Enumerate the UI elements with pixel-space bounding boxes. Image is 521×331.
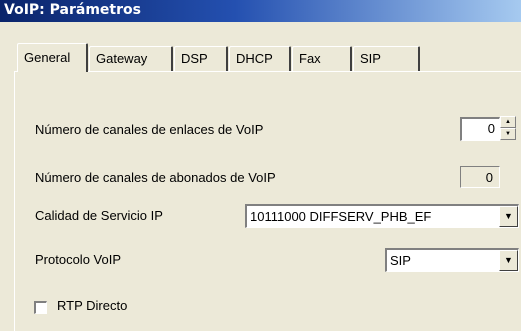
subscriber-channels-value: 0	[485, 170, 493, 185]
protocol-select[interactable]: SIP ▼	[385, 248, 519, 272]
tab-gateway[interactable]: Gateway	[89, 46, 173, 71]
qos-label: Calidad de Servicio IP	[35, 208, 163, 223]
qos-value: 10111000 DIFFSERV_PHB_EF	[250, 209, 432, 224]
protocol-label: Protocolo VoIP	[35, 252, 121, 267]
chevron-down-icon[interactable]: ▼	[499, 206, 518, 227]
rtp-direct-checkbox[interactable]	[34, 301, 47, 314]
down-arrow-icon[interactable]: ▼	[500, 128, 516, 140]
trunk-channels-spinner: ▲ ▼	[500, 116, 518, 142]
tab-fax[interactable]: Fax	[292, 46, 352, 71]
tab-dsp[interactable]: DSP	[174, 46, 228, 71]
protocol-value: SIP	[390, 253, 411, 268]
general-panel	[14, 71, 521, 331]
window-title: VoIP: Parámetros	[0, 0, 521, 22]
chevron-down-icon[interactable]: ▼	[499, 250, 518, 271]
tab-dhcp[interactable]: DHCP	[229, 46, 291, 71]
up-arrow-icon[interactable]: ▲	[500, 116, 516, 128]
qos-select[interactable]: 10111000 DIFFSERV_PHB_EF ▼	[245, 204, 519, 228]
tab-general[interactable]: General	[17, 43, 88, 72]
trunk-channels-value: 0	[487, 121, 495, 136]
tab-sip[interactable]: SIP	[353, 46, 420, 71]
rtp-direct-label: RTP Directo	[57, 298, 128, 313]
trunk-channels-input[interactable]: 0	[460, 117, 500, 141]
subscriber-channels-field: 0	[460, 166, 500, 188]
subscriber-channels-label: Número de canales de abonados de VoIP	[35, 170, 276, 185]
trunk-channels-label: Número de canales de enlaces de VoIP	[35, 122, 264, 137]
